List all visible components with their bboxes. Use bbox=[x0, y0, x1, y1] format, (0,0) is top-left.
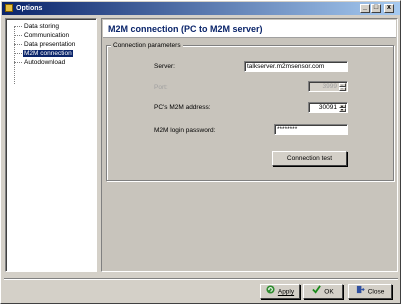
connection-test-button[interactable]: Connection test bbox=[272, 151, 347, 166]
tree-item-communication[interactable]: Communication bbox=[14, 31, 70, 40]
settings-panel: M2M connection (PC to M2M server) Connec… bbox=[101, 18, 398, 272]
tree-item-label: Data presentation bbox=[24, 41, 76, 48]
options-window: Options _ □ x Data storing Communication… bbox=[0, 0, 401, 304]
tree-item-label: M2M connection bbox=[23, 50, 73, 57]
tree-item-data-storing[interactable]: Data storing bbox=[14, 22, 60, 31]
title-bar[interactable]: Options _ □ x bbox=[2, 2, 400, 15]
tree-item-data-presentation[interactable]: Data presentation bbox=[14, 40, 76, 49]
address-value: 30091 bbox=[318, 104, 337, 111]
server-label: Server: bbox=[154, 63, 175, 70]
refresh-icon bbox=[266, 285, 275, 299]
close-button[interactable]: Close bbox=[348, 284, 392, 299]
tree-item-label: Communication bbox=[24, 32, 70, 39]
options-tree[interactable]: Data storing Communication Data presenta… bbox=[5, 18, 97, 272]
minimize-button[interactable]: _ bbox=[360, 4, 370, 13]
window-title: Options bbox=[16, 5, 43, 12]
connection-parameters-group: Connection parameters Server: talkserver… bbox=[106, 41, 394, 181]
page-title: M2M connection (PC to M2M server) bbox=[103, 20, 396, 38]
close-label: Close bbox=[367, 288, 385, 296]
apply-label: Apply bbox=[277, 288, 295, 296]
address-down-button[interactable] bbox=[339, 108, 346, 112]
footer-divider bbox=[4, 278, 398, 280]
tree-item-autodownload[interactable]: Autodownload bbox=[14, 58, 66, 67]
apply-button[interactable]: Apply bbox=[260, 284, 300, 299]
password-field[interactable]: ******** bbox=[274, 124, 348, 135]
tree-item-label: Autodownload bbox=[24, 59, 66, 66]
port-spinner[interactable]: 3999 bbox=[308, 81, 348, 92]
tree-item-label: Data storing bbox=[24, 23, 60, 30]
app-icon bbox=[5, 4, 13, 12]
password-label: M2M login password: bbox=[154, 127, 216, 134]
door-exit-icon bbox=[356, 285, 365, 299]
port-down-icon bbox=[339, 87, 346, 91]
address-spinner[interactable]: 30091 bbox=[308, 102, 348, 113]
checkmark-icon bbox=[312, 285, 322, 299]
ok-button[interactable]: OK bbox=[303, 284, 343, 299]
ok-label: OK bbox=[324, 288, 334, 296]
port-label: Port: bbox=[154, 84, 168, 91]
tree-item-m2m-connection[interactable]: M2M connection bbox=[14, 49, 73, 58]
group-label: Connection parameters bbox=[111, 41, 183, 50]
maximize-button[interactable]: □ bbox=[371, 4, 381, 13]
close-window-button[interactable]: x bbox=[384, 4, 394, 13]
server-input[interactable]: talkserver.m2msensor.com bbox=[244, 61, 348, 72]
port-value: 3999 bbox=[322, 83, 337, 90]
address-label: PC's M2M address: bbox=[154, 104, 211, 111]
